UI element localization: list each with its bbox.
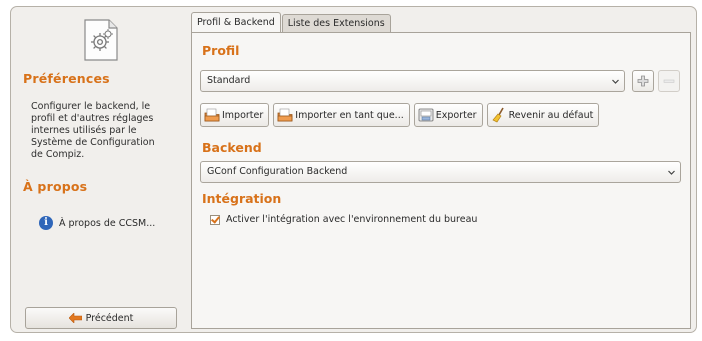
remove-icon [663,79,675,83]
about-ccsm-label: À propos de CCSM... [59,217,156,229]
reset-default-button[interactable]: Revenir au défaut [486,103,600,127]
import-button[interactable]: Importer [200,103,270,127]
tab-extensions-list[interactable]: Liste des Extensions [281,14,391,32]
import-icon [204,108,220,122]
integration-checkbox-label[interactable]: Activer l'intégration avec l'environneme… [226,214,477,225]
chevron-down-icon [612,79,619,84]
integration-section-title: Intégration [202,191,282,206]
import-as-icon [277,108,293,122]
add-profile-button[interactable] [632,70,654,92]
sidebar: Préférences Configurer le backend, le pr… [11,7,187,332]
integration-option: Activer l'intégration avec l'environneme… [210,214,477,225]
tab-profile-backend[interactable]: Profil & Backend [191,12,281,32]
profile-select-value: Standard [207,75,251,86]
export-icon [418,108,434,122]
preferences-description: Configurer le backend, le profil et d'au… [31,101,155,160]
backend-select-value: GConf Configuration Backend [207,166,348,177]
profile-actions: Importer Importer en tant que... Exporte… [200,103,600,127]
back-button-label: Précédent [85,312,134,324]
about-title: À propos [23,179,88,194]
preferences-gear-icon [84,19,118,61]
profile-select[interactable]: Standard [200,70,625,92]
add-icon [637,75,649,87]
info-icon: i [39,216,53,230]
broom-icon [492,107,504,123]
profile-section-title: Profil [202,43,240,58]
import-label: Importer [222,109,264,121]
import-as-button[interactable]: Importer en tant que... [273,103,410,127]
backend-select[interactable]: GConf Configuration Backend [200,161,681,183]
ccsm-window: Préférences Configurer le backend, le pr… [10,6,697,333]
preferences-title: Préférences [23,71,110,86]
tab-bar: Profil & Backend Liste des Extensions [191,12,391,32]
export-label: Exporter [435,109,477,121]
reset-default-label: Revenir au défaut [508,109,594,121]
profile-backend-panel: Profil Standard Importer Importer en tan… [191,32,691,329]
backend-section-title: Backend [202,140,262,155]
import-as-label: Importer en tant que... [295,109,404,121]
back-arrow-icon [68,313,82,323]
about-ccsm-link[interactable]: i À propos de CCSM... [39,215,155,231]
export-button[interactable]: Exporter [413,103,483,127]
remove-profile-button[interactable] [658,70,680,92]
integration-checkbox[interactable] [210,214,220,225]
chevron-down-icon [668,170,675,175]
back-button[interactable]: Précédent [25,307,177,329]
